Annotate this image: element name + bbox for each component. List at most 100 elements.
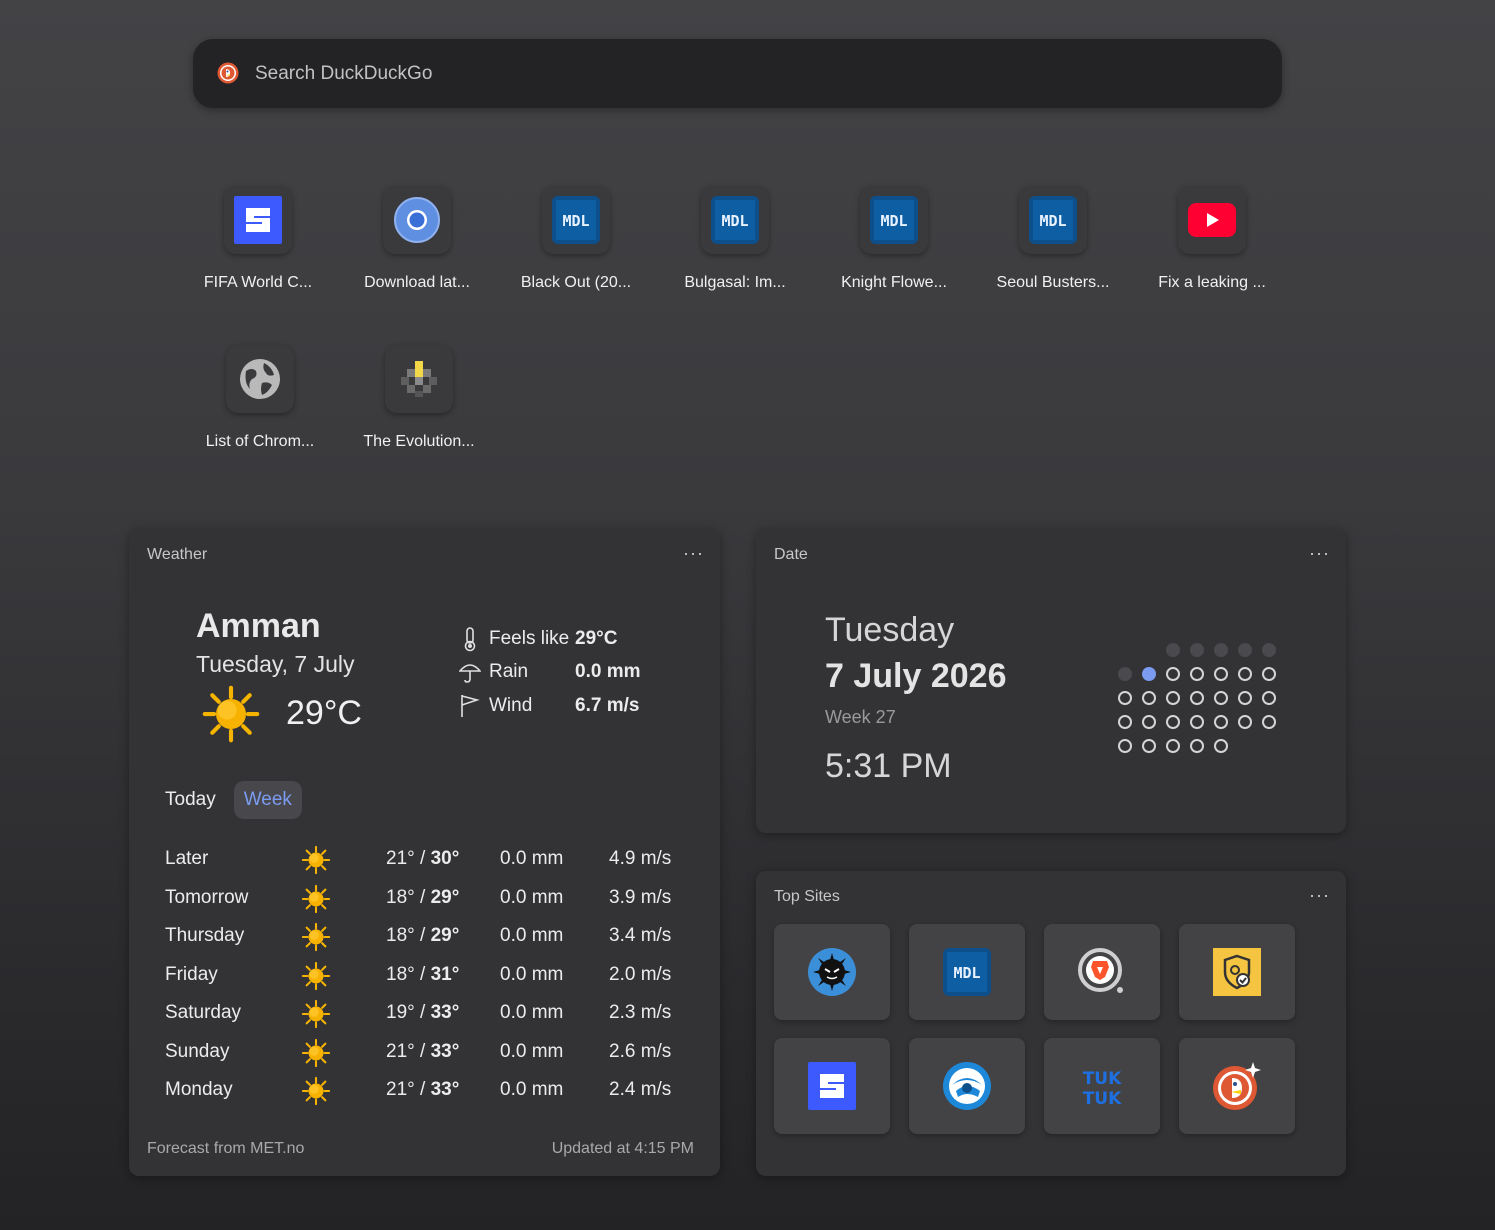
sun-icon (301, 1076, 331, 1112)
forecast-row: Sunday 21° / 33° 0.0 mm 2.6 m/s (165, 1038, 705, 1071)
top-site-7[interactable]: TUK TUK (1044, 1038, 1160, 1134)
shortcut-fix-a-leaking[interactable]: Fix a leaking ... (1142, 186, 1282, 292)
forecast-rain: 0.0 mm (500, 925, 564, 946)
date-full: 7 July 2026 (825, 657, 1007, 695)
forecast-high: 29° (430, 925, 460, 946)
top-site-5[interactable] (774, 1038, 890, 1134)
forecast-wind: 2.0 m/s (609, 963, 672, 985)
weather-rain: Rain 0.0 mm (459, 660, 640, 684)
forecast-row: Thursday 18° / 29° 0.0 mm 3.4 m/s (165, 922, 705, 955)
forecast-row: Friday 18° / 31° 0.0 mm 2.0 m/s (165, 961, 705, 994)
weather-wind: Wind 6.7 m/s (459, 693, 639, 719)
forecast-rain: 0.0 mm (500, 963, 564, 985)
mdl-logo-icon (711, 196, 759, 244)
shortcut-label: List of Chrom... (205, 433, 315, 450)
shortcut-bulgasal[interactable]: Bulgasal: Im... (665, 186, 805, 292)
weather-city: Amman (196, 607, 321, 645)
forecast-day: Friday (165, 963, 218, 985)
calendar-day (1214, 691, 1228, 705)
date-title: Date (774, 546, 808, 563)
weather-menu-button[interactable]: ··· (683, 543, 704, 564)
top-site-6[interactable] (909, 1038, 1025, 1134)
shortcut-download-latest[interactable]: Download lat... (347, 186, 487, 292)
forecast-wind: 2.4 m/s (609, 1079, 672, 1100)
forecast-temp: 18° / 29° (386, 886, 460, 908)
sun-icon (301, 999, 331, 1035)
forecast-high: 33° (430, 1040, 460, 1062)
top-site-2[interactable] (909, 924, 1025, 1020)
calendar-day (1142, 739, 1156, 753)
calendar-day-today (1142, 667, 1156, 681)
feels-like-label: Feels like (489, 628, 570, 649)
forecast-high: 30° (430, 848, 460, 869)
forecast-wind: 2.6 m/s (609, 1040, 672, 1062)
top-site-4[interactable] (1179, 924, 1295, 1020)
forecast-day: Monday (165, 1079, 233, 1100)
top-site-3[interactable] (1044, 924, 1160, 1020)
calendar-day (1118, 691, 1132, 705)
mdl-logo-icon (943, 948, 991, 996)
top-site-1[interactable] (774, 924, 890, 1020)
calendar-day (1238, 667, 1252, 681)
forecast-low: 21° (386, 848, 415, 869)
top-sites-title: Top Sites (774, 888, 840, 905)
calendar-day (1190, 691, 1204, 705)
date-widget: Date ··· Tuesday 7 July 2026 Week 27 5:3… (756, 529, 1346, 833)
weather-temperature: 29°C (286, 694, 362, 732)
calendar-day (1238, 691, 1252, 705)
shortcut-the-evolution[interactable]: The Evolution... (349, 345, 489, 451)
forecast-wind: 2.3 m/s (609, 1002, 672, 1023)
weather-widget: Weather ··· Amman Tuesday, 7 July 29°C F… (129, 529, 720, 1176)
mdl-logo-icon (1029, 196, 1077, 244)
search-bar[interactable] (193, 39, 1282, 108)
shortcut-black-out[interactable]: Black Out (20... (506, 186, 646, 292)
svg-text:TUK: TUK (1083, 1069, 1122, 1089)
forecast-row: Later 21° / 30° 0.0 mm 4.9 m/s (165, 845, 705, 881)
shortcut-list-of-chrome[interactable]: List of Chrom... (190, 345, 330, 451)
calendar-day (1190, 715, 1204, 729)
weather-date: Tuesday, 7 July (196, 651, 355, 677)
search-input[interactable] (253, 53, 1257, 95)
rain-label: Rain (489, 661, 529, 682)
tuktuk-logo-icon: TUK TUK (1083, 1069, 1122, 1108)
shortcut-label: Seoul Busters... (996, 274, 1110, 291)
calendar-day (1214, 643, 1228, 657)
forecast-high: 29° (430, 886, 460, 908)
calendar-day (1118, 739, 1132, 753)
top-sites-menu-button[interactable]: ··· (1309, 885, 1330, 906)
shortcut-label: Fix a leaking ... (1158, 274, 1266, 291)
mdl-logo-icon (870, 196, 918, 244)
shortcut-label: FIFA World C... (203, 274, 313, 291)
forecast-day: Thursday (165, 925, 245, 946)
tab-today[interactable]: Today (155, 781, 226, 819)
forecast-high: 31° (430, 963, 460, 985)
blue-globe-logo-icon (943, 1062, 991, 1110)
sun-icon (301, 845, 331, 881)
forecast-low: 18° (386, 886, 415, 908)
calendar-day (1190, 667, 1204, 681)
sun-icon (301, 884, 331, 920)
tab-week[interactable]: Week (233, 781, 302, 819)
calendar-day (1142, 691, 1156, 705)
calendar-day (1166, 691, 1180, 705)
forecast-low: 21° (386, 1079, 415, 1100)
calendar-day (1166, 739, 1180, 753)
date-menu-button[interactable]: ··· (1309, 543, 1330, 564)
forecast-wind: 3.9 m/s (609, 886, 672, 908)
calendar-day (1214, 715, 1228, 729)
forecast-source: Forecast from MET.no (147, 1140, 305, 1157)
calendar-day (1166, 667, 1180, 681)
date-week-number: Week 27 (825, 707, 896, 727)
forecast-day: Tomorrow (165, 886, 249, 908)
top-site-8[interactable] (1179, 1038, 1295, 1134)
duckduckgo-ai-logo-icon (1213, 1062, 1261, 1110)
shortcut-knight-flower[interactable]: Knight Flowe... (824, 186, 964, 292)
forecast-temp: 18° / 29° (386, 925, 460, 946)
forecast-updated: Updated at 4:15 PM (551, 1140, 694, 1157)
forecast-row: Saturday 19° / 33° 0.0 mm 2.3 m/s (165, 999, 705, 1035)
shortcut-fifa-world-cup[interactable]: FIFA World C... (188, 186, 328, 292)
calendar-day (1262, 691, 1276, 705)
forecast-rain: 0.0 mm (500, 886, 564, 908)
shortcut-seoul-busters[interactable]: Seoul Busters... (983, 186, 1123, 292)
calendar-day (1262, 643, 1276, 657)
